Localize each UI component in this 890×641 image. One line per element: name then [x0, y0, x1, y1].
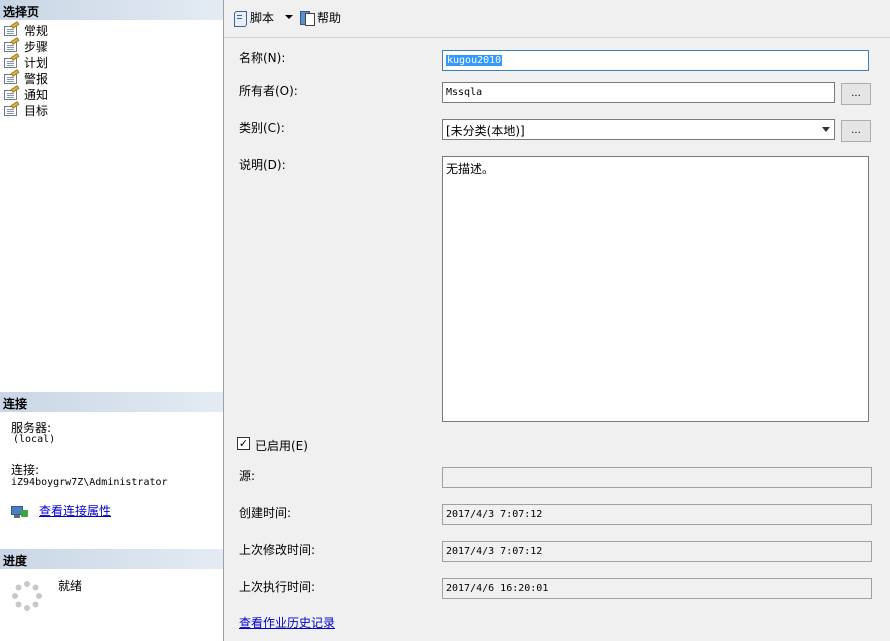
chevron-down-icon — [822, 127, 830, 132]
page-item-label: 步骤 — [24, 39, 49, 54]
page-icon — [3, 53, 20, 69]
executed-label: 上次执行时间: — [239, 580, 316, 594]
page-item-targets[interactable]: 目标 — [3, 101, 49, 118]
page-item-notifications[interactable]: 通知 — [3, 85, 49, 102]
category-label: 类别(C): — [239, 121, 285, 135]
enabled-label: 已启用(E) — [255, 439, 308, 453]
page-icon — [3, 69, 20, 85]
left-pane: 选择页 常规 步骤 计划 警报 通知 目标 连接 服务器: (local) 连接… — [0, 0, 223, 641]
script-dropdown-arrow-icon[interactable] — [285, 15, 293, 19]
page-item-label: 计划 — [24, 55, 49, 70]
modified-label: 上次修改时间: — [239, 543, 316, 557]
page-icon — [3, 37, 20, 53]
page-icon — [3, 21, 20, 37]
server-value: (local) — [13, 434, 56, 445]
category-value: [未分类(本地)] — [446, 124, 525, 138]
modified-field: 2017/4/3 7:07:12 — [442, 541, 872, 562]
owner-label: 所有者(O): — [239, 84, 298, 98]
source-field — [442, 467, 872, 488]
help-button[interactable]: 帮助 — [299, 9, 341, 26]
page-list: 常规 步骤 计划 警报 通知 目标 — [3, 21, 49, 118]
page-item-schedules[interactable]: 计划 — [3, 53, 49, 70]
description-label: 说明(D): — [239, 158, 286, 172]
created-label: 创建时间: — [239, 506, 292, 520]
page-icon — [3, 101, 20, 117]
help-label: 帮助 — [317, 11, 342, 25]
connection-header: 连接 — [0, 392, 223, 412]
page-icon — [3, 85, 20, 101]
progress-status: 就绪 — [58, 579, 83, 593]
page-item-label: 通知 — [24, 87, 49, 102]
page-item-label: 目标 — [24, 103, 49, 118]
description-textarea[interactable]: 无描述。 — [442, 156, 869, 422]
script-label: 脚本 — [250, 11, 275, 25]
connection-value: iZ94boygrw7Z\Administrator — [11, 477, 168, 488]
page-item-label: 常规 — [24, 23, 49, 38]
connection-label: 连接: — [11, 463, 40, 477]
created-field: 2017/4/3 7:07:12 — [442, 504, 872, 525]
select-page-header: 选择页 — [0, 0, 223, 20]
script-button[interactable]: 脚本 — [232, 9, 275, 27]
page-item-alerts[interactable]: 警报 — [3, 69, 49, 86]
progress-header: 进度 — [0, 549, 223, 569]
page-item-steps[interactable]: 步骤 — [3, 37, 49, 54]
help-icon — [299, 10, 315, 26]
category-select[interactable]: [未分类(本地)] — [442, 119, 835, 140]
toolbar: 脚本 帮助 — [224, 0, 890, 38]
script-icon — [232, 10, 248, 27]
page-item-general[interactable]: 常规 — [3, 21, 49, 38]
source-label: 源: — [239, 469, 256, 483]
view-connection-properties-link[interactable]: 查看连接属性 — [39, 505, 111, 517]
category-browse-button[interactable]: ... — [841, 120, 871, 142]
enabled-checkbox[interactable]: ✓ — [237, 437, 250, 450]
progress-spinner-icon — [12, 581, 42, 611]
owner-browse-button[interactable]: ... — [841, 83, 871, 105]
executed-field: 2017/4/6 16:20:01 — [442, 578, 872, 599]
page-item-label: 警报 — [24, 71, 49, 86]
connection-properties-icon — [11, 505, 28, 519]
server-label: 服务器: — [11, 421, 52, 435]
pane-divider — [223, 0, 224, 641]
name-input[interactable]: kugou2010 — [442, 50, 869, 71]
owner-input[interactable]: Mssqla — [442, 82, 835, 103]
name-value: kugou2010 — [446, 55, 503, 66]
name-label: 名称(N): — [239, 51, 286, 65]
view-job-history-link[interactable]: 查看作业历史记录 — [239, 614, 335, 631]
